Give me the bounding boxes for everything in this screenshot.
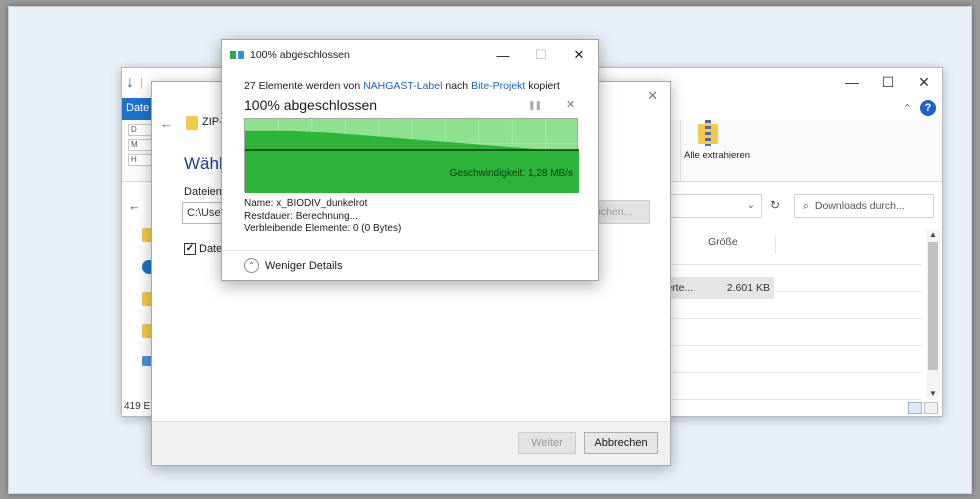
chevron-down-icon[interactable]: ⌄	[747, 200, 755, 211]
item-count: 419 E	[124, 401, 151, 412]
vertical-scrollbar[interactable]: ▲ ▼	[926, 230, 940, 398]
quick-access-toolbar: ↓ |	[126, 74, 143, 92]
minimize-icon[interactable]: —	[484, 40, 522, 70]
desc-text: 27 Elemente werden von	[244, 80, 361, 92]
remaining-time: Restdauer: Berechnung...	[244, 210, 358, 222]
maximize-icon[interactable]: ☐	[870, 68, 906, 96]
pause-icon[interactable]: ❚❚	[528, 100, 542, 111]
destination-folder-link[interactable]: Bite-Projekt	[471, 80, 525, 92]
zip-folder-icon	[698, 120, 718, 146]
search-icon: ⌕	[803, 199, 809, 212]
search-placeholder: Downloads durch...	[814, 200, 905, 212]
search-input[interactable]: ⌕ Downloads durch...	[794, 194, 934, 218]
speed-graph	[245, 119, 579, 193]
less-details-label: Weniger Details	[265, 259, 343, 272]
cancel-copy-icon[interactable]: ✕	[566, 98, 575, 111]
checkbox-check-icon[interactable]: ✓	[184, 243, 196, 255]
column-header-size[interactable]: Größe	[704, 236, 776, 254]
address-bar[interactable]: ⌄	[662, 194, 762, 218]
ribbon-command[interactable]: M	[128, 139, 152, 151]
zip-folder-icon	[186, 116, 198, 130]
refresh-icon[interactable]: ↻	[770, 198, 780, 212]
file-size: 2.601 KB	[726, 282, 770, 294]
column-headers: Größe	[662, 234, 932, 254]
chevron-up-icon: ⌃	[244, 258, 259, 273]
collapse-ribbon-icon[interactable]: ⌃	[903, 102, 912, 115]
browse-button[interactable]: uchen...	[592, 200, 650, 224]
ribbon-help: ⌃ ?	[903, 100, 936, 116]
current-file-name: Name: x_BIODIV_dunkelrot	[244, 198, 368, 209]
cancel-button[interactable]: Abbrechen	[584, 432, 658, 454]
ribbon-command[interactable]: D	[128, 124, 152, 136]
speed-area	[245, 130, 579, 193]
transfer-speed-chart: Geschwindigkeit: 1,28 MB/s	[244, 118, 579, 193]
close-icon[interactable]: ✕	[560, 40, 598, 70]
large-icons-view-icon[interactable]	[924, 402, 938, 414]
divider	[222, 250, 598, 251]
close-icon[interactable]: ✕	[906, 68, 942, 96]
table-row[interactable]: ierte... 2.601 KB	[662, 277, 774, 299]
maximize-icon: ☐	[535, 47, 547, 62]
copy-progress-dialog: 100% abgeschlossen — ☐ ✕ 27 Elemente wer…	[221, 39, 599, 281]
next-button[interactable]: Weiter	[518, 432, 576, 454]
back-arrow-icon[interactable]: ←	[128, 198, 141, 213]
show-files-checkbox[interactable]: ✓ Datei	[184, 243, 225, 255]
less-details-button[interactable]: ⌃ Weniger Details	[244, 258, 342, 273]
extract-all-button[interactable]: Alle extrahieren	[684, 150, 750, 161]
copy-dialog-title: 100% abgeschlossen	[250, 49, 350, 61]
toolbar-separator: |	[140, 77, 143, 89]
progress-headline: 100% abgeschlossen	[244, 97, 378, 113]
desc-text: nach	[445, 80, 469, 92]
details-view-icon[interactable]	[908, 402, 922, 414]
copy-details: Name: x_BIODIV_dunkelrot Restdauer: Bere…	[244, 198, 401, 236]
help-icon[interactable]: ?	[920, 100, 936, 116]
scroll-down-icon[interactable]: ▼	[929, 389, 937, 398]
copy-icon	[230, 50, 246, 60]
copy-dialog-window-controls: — ☐ ✕	[484, 40, 598, 70]
download-arrow-icon[interactable]: ↓	[126, 74, 134, 92]
speed-label: Geschwindigkeit: 1,28 MB/s	[449, 168, 573, 179]
desktop-background: ↓ | — ☐ ✕ Date ⌃ ? D M H Alle extrahiere…	[8, 6, 972, 494]
copy-dialog-titlebar: 100% abgeschlossen — ☐ ✕	[222, 40, 598, 70]
wizard-footer: Weiter Abbrechen	[152, 421, 670, 465]
ribbon-mini-commands: D M H	[128, 124, 152, 169]
explorer-window-controls: — ☐ ✕	[834, 68, 942, 96]
remaining-items: Verbleibende Elemente: 0 (0 Bytes)	[244, 223, 402, 234]
ribbon-command[interactable]: H	[128, 154, 152, 166]
desc-text: kopiert	[528, 80, 560, 92]
back-arrow-icon[interactable]: ←	[160, 116, 173, 131]
view-switcher	[908, 402, 938, 414]
scroll-up-icon[interactable]: ▲	[929, 230, 937, 239]
close-icon[interactable]: ✕	[647, 88, 658, 104]
copy-description: 27 Elemente werden von NAHGAST-Label nac…	[244, 80, 560, 92]
scrollbar-thumb[interactable]	[928, 242, 938, 370]
minimize-icon[interactable]: —	[834, 68, 870, 96]
source-folder-link[interactable]: NAHGAST-Label	[363, 80, 442, 92]
